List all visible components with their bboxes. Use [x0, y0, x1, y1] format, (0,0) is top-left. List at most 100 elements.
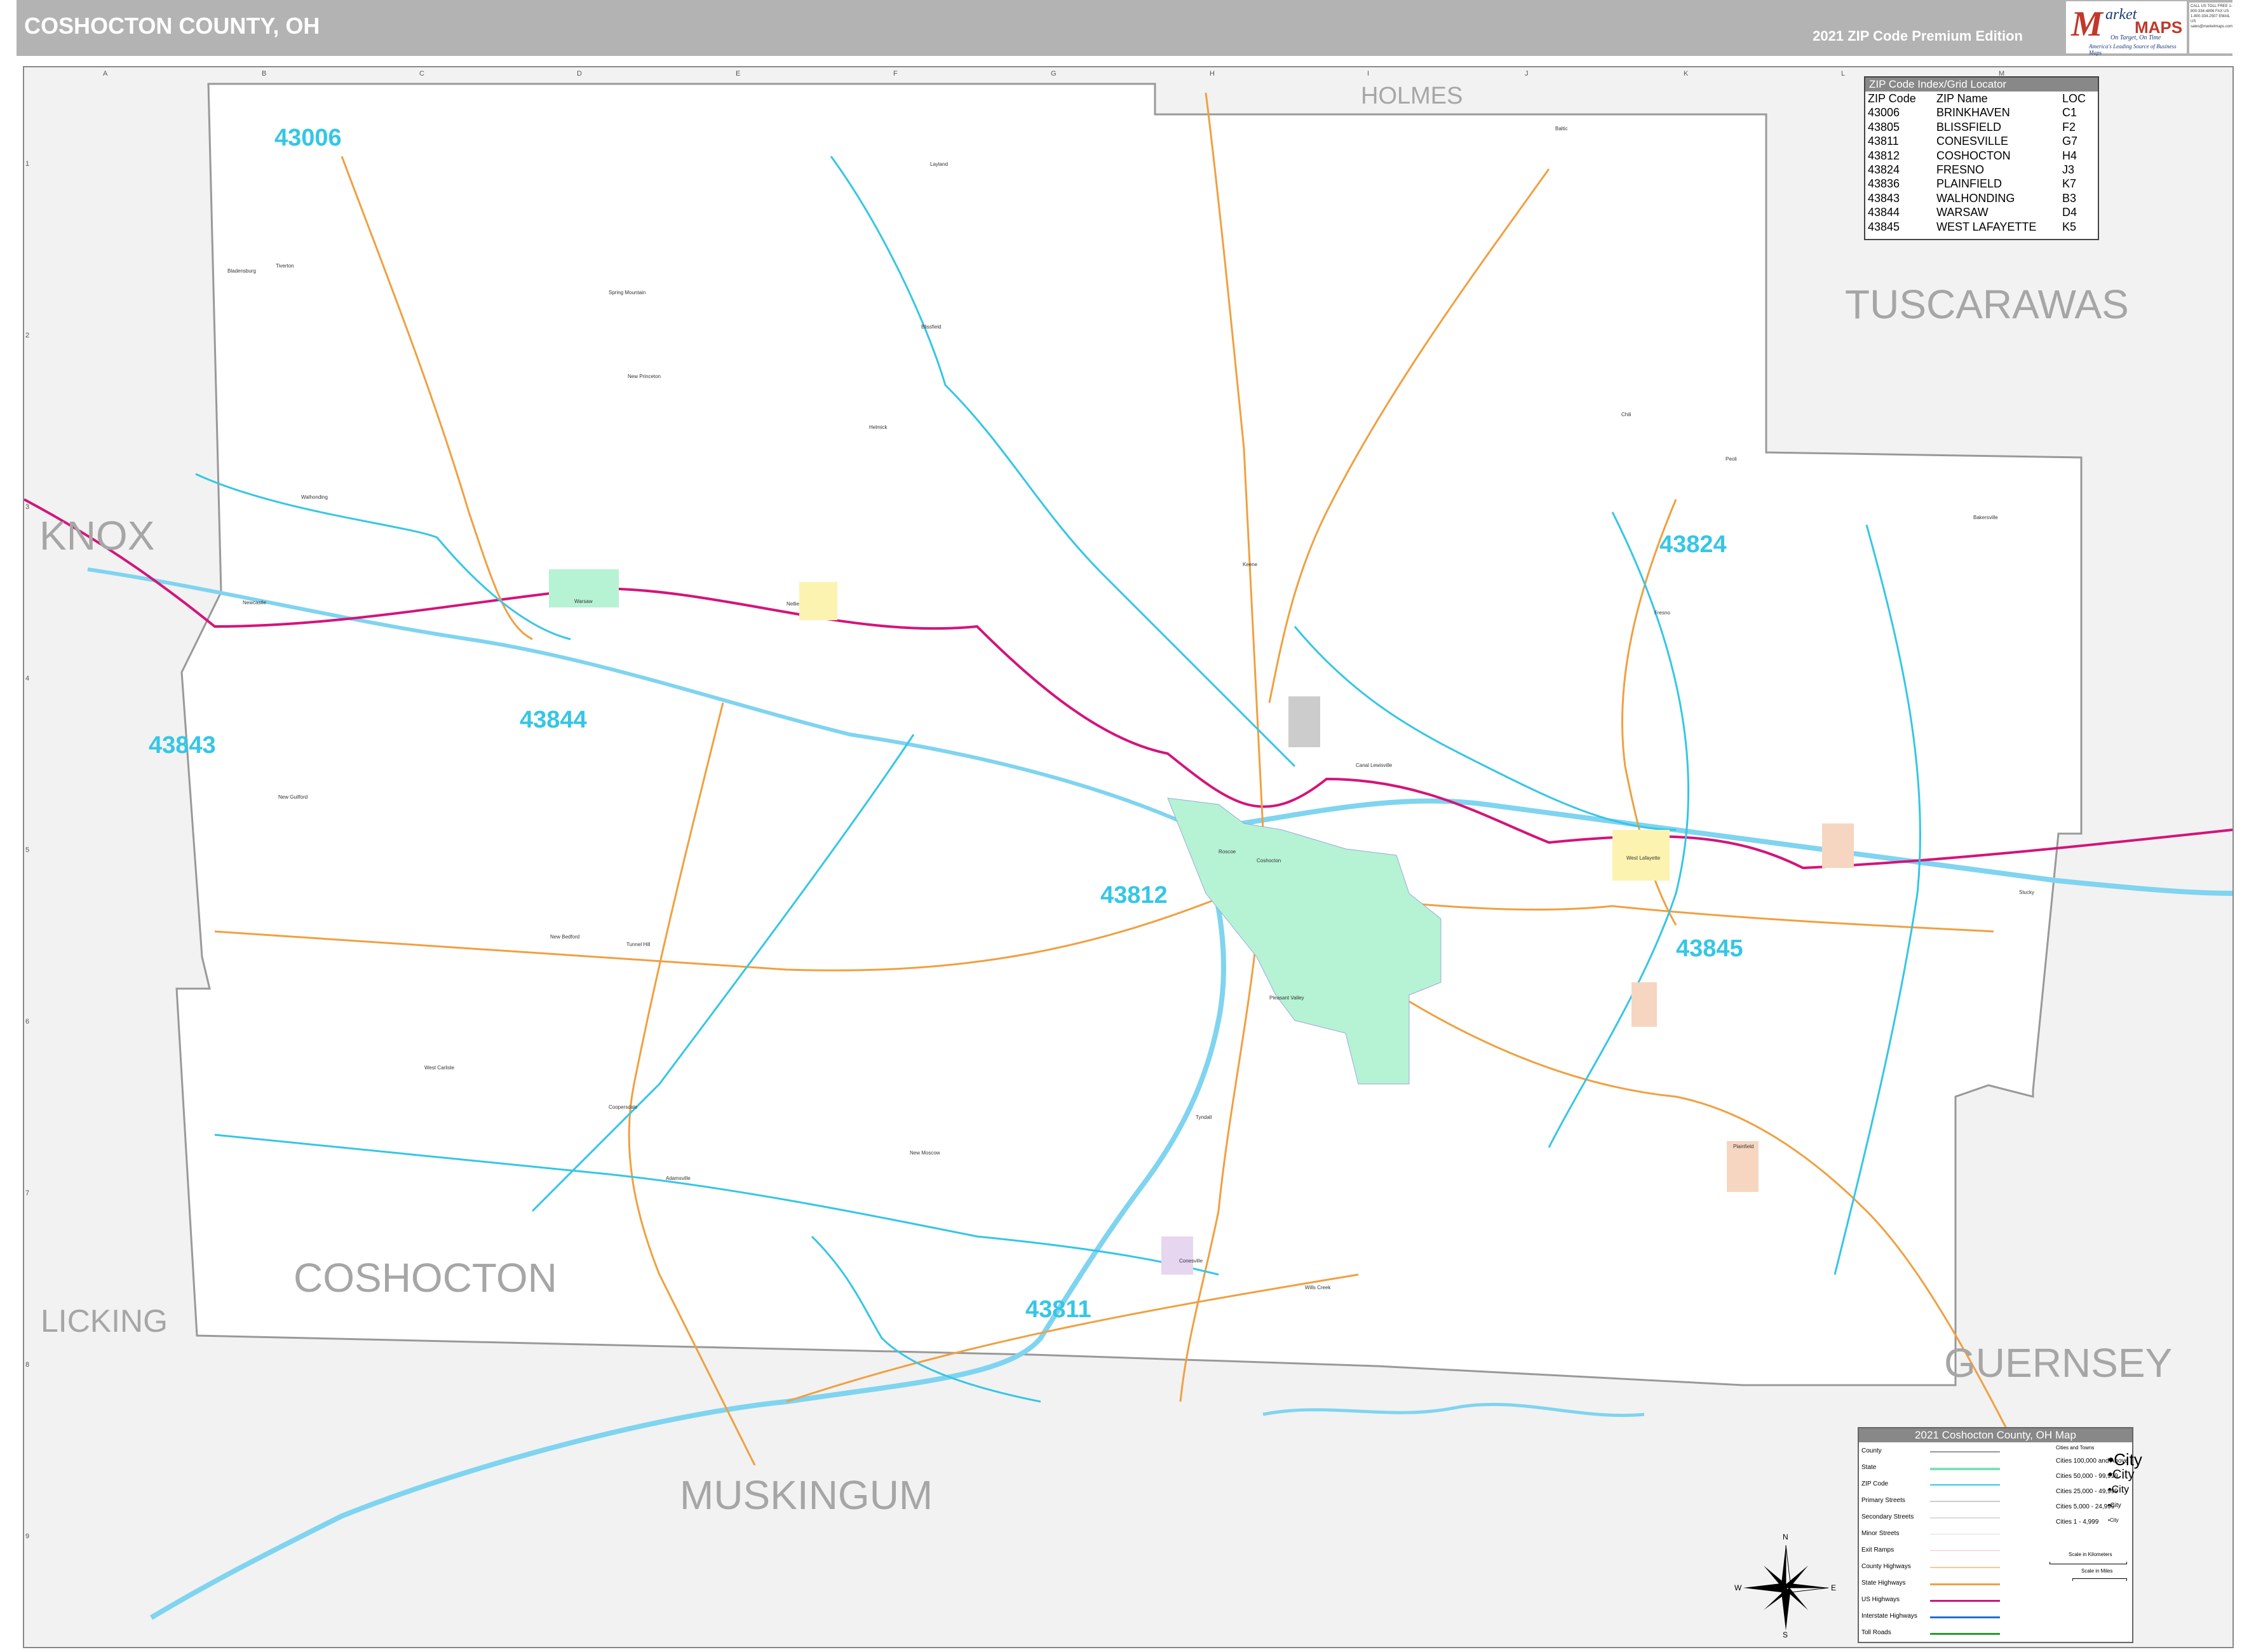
table-row: 43836 PLAINFIELD K7: [1865, 177, 2098, 191]
loc-col-header: LOC: [2062, 92, 2086, 105]
county-label-knox: KNOX: [39, 513, 155, 559]
grid-row-8: 8: [25, 1361, 30, 1369]
zip-label-43845: 43845: [1676, 935, 1743, 962]
compass-s: S: [1783, 1630, 1788, 1639]
legend-interstate-line: [1930, 1616, 2000, 1618]
place-walhonding: Walhonding: [301, 494, 328, 500]
zip-label-43843: 43843: [149, 732, 216, 759]
city-sample-2-text: City: [2112, 1468, 2135, 1482]
legend-zip-line: [1930, 1484, 2000, 1486]
grid-col-a: A: [103, 70, 108, 78]
legend-us-hwy: US Highways: [1861, 1596, 1900, 1603]
county-label-coshocton: COSHOCTON: [294, 1255, 557, 1301]
name-col-header: ZIP Name: [1936, 92, 1988, 105]
name-cell: WALHONDING: [1936, 191, 2015, 205]
zip-label-43844: 43844: [520, 707, 587, 733]
name-cell: BLISSFIELD: [1936, 120, 2002, 133]
place-chili: Chili: [1621, 412, 1631, 417]
scale-bar-km: [2050, 1562, 2127, 1564]
grid-col-d: D: [577, 70, 582, 78]
table-row: 43811 CONESVILLE G7: [1865, 134, 2098, 148]
grid-col-e: E: [736, 70, 741, 78]
table-row: 43843 WALHONDING B3: [1865, 191, 2098, 205]
place-plainfield: Plainfield: [1733, 1144, 1754, 1149]
legend-cities-5k: Cities 5,000 - 24,999: [2056, 1503, 2115, 1510]
table-row: 43812 COSHOCTON H4: [1865, 149, 2098, 163]
loc-cell: J3: [2062, 163, 2075, 176]
zip-cell: 43811: [1868, 135, 1899, 148]
place-tiverton: Tiverton: [276, 263, 294, 269]
market-maps-logo[interactable]: M arket MAPS On Target, On Time America'…: [2066, 1, 2187, 56]
loc-cell: B3: [2062, 191, 2077, 205]
edition-label: 2021 ZIP Code Premium Edition: [1813, 28, 2023, 44]
place-layland: Layland: [930, 161, 949, 167]
grid-row-9: 9: [25, 1533, 30, 1540]
grid-col-g: G: [1051, 70, 1057, 78]
legend-minor: Minor Streets: [1861, 1530, 1900, 1537]
place-newcastle: Newcastle: [243, 600, 266, 606]
legend-primary: Primary Streets: [1861, 1497, 1905, 1504]
place-blissfield: Blissfield: [921, 324, 942, 330]
legend-interstate: Interstate Highways: [1861, 1613, 1917, 1620]
name-cell: CONESVILLE: [1936, 135, 2009, 148]
industrial-area: [1288, 696, 1320, 747]
place-new-guilford: New Guilford: [278, 794, 308, 800]
county-label-muskingum: MUSKINGUM: [680, 1472, 933, 1518]
table-row: 43845 WEST LAFAYETTE K5: [1865, 220, 2098, 234]
legend-county-hwy: County Highways: [1861, 1563, 1911, 1570]
city-sample-1-text: City: [2114, 1450, 2142, 1469]
loc-cell: K7: [2062, 177, 2077, 191]
legend-zip: ZIP Code: [1861, 1480, 1889, 1487]
zip-label-43006: 43006: [274, 125, 342, 151]
place-new-princeton: New Princeton: [628, 374, 661, 379]
zip-label-43811: 43811: [1025, 1296, 1091, 1323]
legend-toll-line: [1930, 1633, 2000, 1635]
place-coopersdale: Coopersdale: [609, 1104, 638, 1110]
compass-rose: N S W E: [1734, 1533, 1836, 1639]
zip-index-column-headers: ZIP Code ZIP Name LOC: [1865, 91, 2098, 105]
scale-bar-mi: [2072, 1578, 2127, 1581]
logo-arket: arket: [2105, 6, 2137, 23]
map-canvas[interactable]: HOLMES TUSCARAWAS KNOX COSHOCTON LICKING…: [23, 66, 2234, 1648]
legend-us-hwy-line: [1930, 1600, 2000, 1602]
grid-row-4: 4: [25, 675, 30, 682]
grid-row-2: 2: [25, 332, 30, 339]
legend-city-sample-3: •City: [2108, 1484, 2130, 1495]
logo-m: M: [2071, 4, 2103, 44]
grid-col-c: C: [419, 70, 424, 78]
name-cell: WEST LAFAYETTE: [1936, 220, 2037, 233]
map-title: COSHOCTON COUNTY, OH: [24, 13, 320, 39]
legend-scale-mi-label: Scale in Miles: [2081, 1568, 2113, 1574]
place-warsaw: Warsaw: [574, 599, 593, 604]
grid-row-7: 7: [25, 1189, 30, 1197]
name-cell: BRINKHAVEN: [1936, 106, 2010, 119]
grid-col-h: H: [1210, 70, 1215, 78]
legend-city-sample-2: •City: [2108, 1468, 2135, 1482]
legend-state-line: [1930, 1468, 2000, 1470]
legend-exit-line: [1930, 1550, 2000, 1551]
place-bladensburg: Bladensburg: [227, 268, 256, 274]
table-row: 43844 WARSAW D4: [1865, 205, 2098, 219]
conesville-area: [1161, 1236, 1193, 1275]
place-new-bedford: New Bedford: [550, 934, 580, 940]
wills-creek: [1262, 1402, 1645, 1418]
place-conesville: Conesville: [1179, 1258, 1203, 1264]
zip-index-header: ZIP Code Index/Grid Locator: [1865, 78, 2098, 91]
legend-county-hwy-line: [1930, 1567, 2000, 1568]
grid-row-5: 5: [25, 846, 30, 854]
zip-cell: 43845: [1868, 220, 1900, 233]
orange-area: [1822, 823, 1854, 868]
legend-scale-km-label: Scale in Kilometers: [2069, 1552, 2112, 1557]
header-bar: COSHOCTON COUNTY, OH 2021 ZIP Code Premi…: [17, 0, 2232, 56]
place-pleasant-valley: Pleasant Valley: [1269, 995, 1304, 1001]
table-row: 43006 BRINKHAVEN C1: [1865, 105, 2098, 119]
place-wills-creek: Wills Creek: [1305, 1285, 1331, 1290]
grid-row-3: 3: [25, 503, 30, 511]
legend-toll: Toll Roads: [1861, 1629, 1891, 1636]
zip-cell: 43805: [1868, 120, 1900, 133]
grid-row-1: 1: [25, 160, 30, 168]
place-new-moscow: New Moscow: [910, 1150, 940, 1156]
coshocton-county-area: [175, 83, 2083, 1386]
zip-cell: 43836: [1868, 177, 1900, 191]
place-nellie: Nellie: [787, 601, 800, 607]
